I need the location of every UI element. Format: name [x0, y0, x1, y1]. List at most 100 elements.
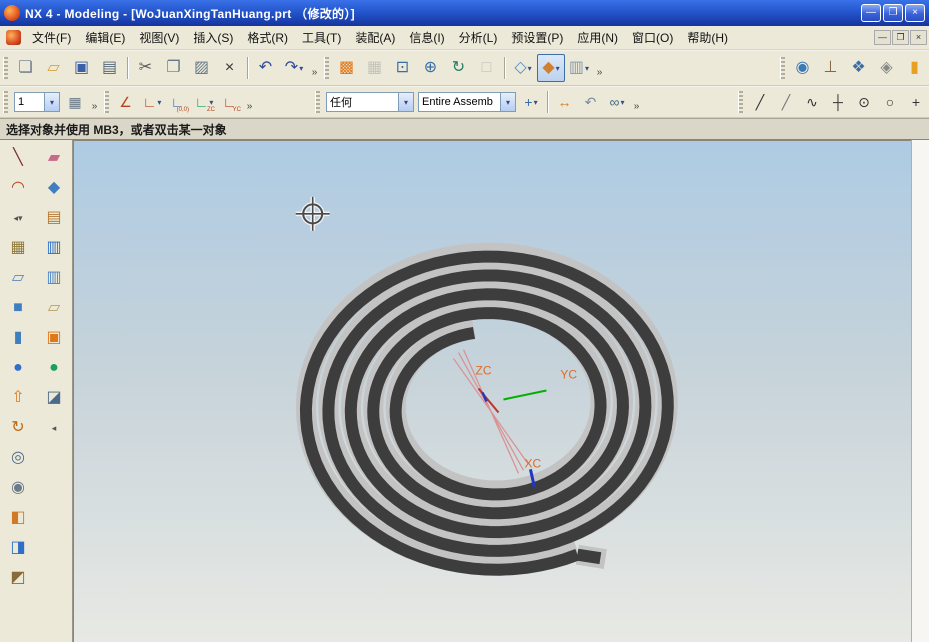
child-close-button[interactable]: × — [910, 30, 927, 45]
circle-tool-button[interactable]: ○ — [877, 90, 903, 114]
menu-preferences[interactable]: 预设置(P) — [504, 26, 570, 49]
move-object-button[interactable]: ↔ — [552, 90, 578, 114]
cylinder-button[interactable]: ▮ — [3, 324, 33, 352]
menu-file[interactable]: 文件(F) — [25, 26, 78, 49]
toolbar-drag-handle[interactable] — [3, 57, 8, 79]
object-display-button[interactable]: ▰ — [39, 144, 69, 172]
arc-button[interactable]: ◠ — [3, 174, 33, 202]
unite-button[interactable]: ◧ — [3, 504, 33, 532]
spiral-spring-model[interactable] — [306, 253, 668, 570]
csys-triad-line[interactable] — [503, 391, 546, 400]
wcs-zc-button[interactable]: ∟▾ZC — [191, 90, 217, 114]
block-button[interactable]: ■ — [3, 294, 33, 322]
subtract-button[interactable]: ◨ — [3, 534, 33, 562]
hole-button[interactable]: ◎ — [3, 444, 33, 472]
selection-scope-combo[interactable]: 任何 ▾ — [326, 92, 414, 112]
wcs-origin-button[interactable]: ∟(0,0) — [165, 90, 191, 114]
point-tool-button[interactable]: ┼ — [825, 90, 851, 114]
layers-stack-button[interactable]: ▤ — [39, 204, 69, 232]
display-mode-button[interactable]: ▩ — [333, 54, 361, 82]
menu-view[interactable]: 视图(V) — [132, 26, 186, 49]
revolve-button[interactable]: ↻ — [3, 414, 33, 442]
manual-button[interactable]: ▥ — [39, 264, 69, 292]
zoom-button[interactable]: ⊕ — [417, 54, 445, 82]
toolbar-drag-handle[interactable] — [780, 57, 785, 79]
toolbar-drag-handle[interactable] — [738, 91, 743, 113]
new-file-button[interactable]: ❏ — [12, 54, 40, 82]
resource-bar-button[interactable]: ▮ — [901, 54, 929, 82]
rotate-view-button[interactable]: ↻ — [445, 54, 473, 82]
link-chain-button[interactable]: ∞▾ — [604, 90, 630, 114]
snap-point-button[interactable]: +▾ — [518, 90, 544, 114]
toolbar-overflow-button[interactable]: » — [308, 55, 321, 81]
work-layer-button[interactable]: ❖ — [845, 54, 873, 82]
redo-button[interactable]: ↷▾ — [280, 54, 308, 82]
minimize-button[interactable]: — — [861, 4, 881, 22]
toolbar-drag-handle[interactable] — [324, 57, 329, 79]
wcs-yc-button[interactable]: ∟YC — [217, 90, 243, 114]
menu-window[interactable]: 窗口(O) — [625, 26, 680, 49]
delete-button[interactable]: × — [216, 54, 244, 82]
menu-assemblies[interactable]: 装配(A) — [348, 26, 402, 49]
chevron-down-icon[interactable]: ▾ — [398, 93, 413, 111]
feature-box-button[interactable]: ▣ — [39, 324, 69, 352]
child-minimize-button[interactable]: — — [874, 30, 891, 45]
menu-analysis[interactable]: 分析(L) — [452, 26, 505, 49]
child-restore-button[interactable]: ❐ — [892, 30, 909, 45]
chevron-down-icon[interactable]: ▾ — [44, 93, 59, 111]
sidebar-collapse-button[interactable]: ◂ — [39, 414, 69, 442]
polyline-tool-button[interactable]: ╱ — [773, 90, 799, 114]
graphics-window[interactable]: ZC YC XC — [73, 140, 911, 642]
save-button[interactable]: ▣ — [68, 54, 96, 82]
paste-button[interactable]: ▨ — [188, 54, 216, 82]
menu-insert[interactable]: 插入(S) — [186, 26, 240, 49]
line-button[interactable]: ╲ — [3, 144, 33, 172]
work-layer-combo[interactable]: 1 ▾ — [14, 92, 60, 112]
restore-button[interactable]: ❐ — [883, 4, 903, 22]
fit-view-button[interactable]: ⊡ — [389, 54, 417, 82]
close-button[interactable]: × — [905, 4, 925, 22]
sphere-button[interactable]: ● — [3, 354, 33, 382]
csys-display-button[interactable]: ⊥ — [817, 54, 845, 82]
copy-button[interactable]: ❐ — [160, 54, 188, 82]
catalog-button[interactable]: ▥ — [39, 234, 69, 262]
layer-settings-button[interactable]: ▦ — [62, 90, 88, 114]
toolbar-overflow-button[interactable]: » — [243, 89, 256, 115]
spline-tool-button[interactable]: ∿ — [799, 90, 825, 114]
view-cube-button[interactable]: ◇▾ — [509, 54, 537, 82]
menu-information[interactable]: 信息(I) — [402, 26, 451, 49]
orient-wcs-button[interactable]: ∠ — [113, 90, 139, 114]
boss-button[interactable]: ◉ — [3, 474, 33, 502]
shaded-cube-button[interactable]: ◆ — [39, 174, 69, 202]
line-tool-button[interactable]: ╱ — [747, 90, 773, 114]
datum-csys-button[interactable]: ▱ — [39, 294, 69, 322]
shaded-view-button[interactable]: ◆▾ — [537, 54, 565, 82]
menu-application[interactable]: 应用(N) — [570, 26, 625, 49]
menu-format[interactable]: 格式(R) — [240, 26, 295, 49]
undo-small-button[interactable]: ↶ — [578, 90, 604, 114]
measure-button[interactable]: ◈ — [873, 54, 901, 82]
layer-visibility-button[interactable]: ▥▾ — [565, 54, 593, 82]
trim-body-button[interactable]: ◪ — [39, 384, 69, 412]
menu-tools[interactable]: 工具(T) — [295, 26, 348, 49]
wcs-dynamics-button[interactable]: ∟▾ — [139, 90, 165, 114]
globe-view-button[interactable]: ◉ — [789, 54, 817, 82]
toolbar-overflow-button[interactable]: » — [88, 89, 101, 115]
toolbar-drag-handle[interactable] — [104, 91, 109, 113]
toolbar-drag-handle[interactable] — [3, 91, 8, 113]
toolbar-overflow-button[interactable]: » — [630, 89, 643, 115]
undo-button[interactable]: ↶ — [252, 54, 280, 82]
menu-help[interactable]: 帮助(H) — [680, 26, 735, 49]
chevron-down-icon[interactable]: ▾ — [500, 93, 515, 111]
intersect-button[interactable]: ◩ — [3, 564, 33, 592]
extrude-button[interactable]: ⇧ — [3, 384, 33, 412]
print-button[interactable]: ▤ — [96, 54, 124, 82]
sphere-green-button[interactable]: ● — [39, 354, 69, 382]
circle-center-tool-button[interactable]: ⊙ — [851, 90, 877, 114]
toolbar-overflow-button[interactable]: » — [593, 55, 606, 81]
datum-plane-button[interactable]: ▱ — [3, 264, 33, 292]
show-hide-button[interactable]: ▦ — [361, 54, 389, 82]
toolbar-drag-handle[interactable] — [315, 91, 320, 113]
sketch-button[interactable]: ▦ — [3, 234, 33, 262]
toolbar-expand-button[interactable]: ◂▾ — [3, 204, 33, 232]
